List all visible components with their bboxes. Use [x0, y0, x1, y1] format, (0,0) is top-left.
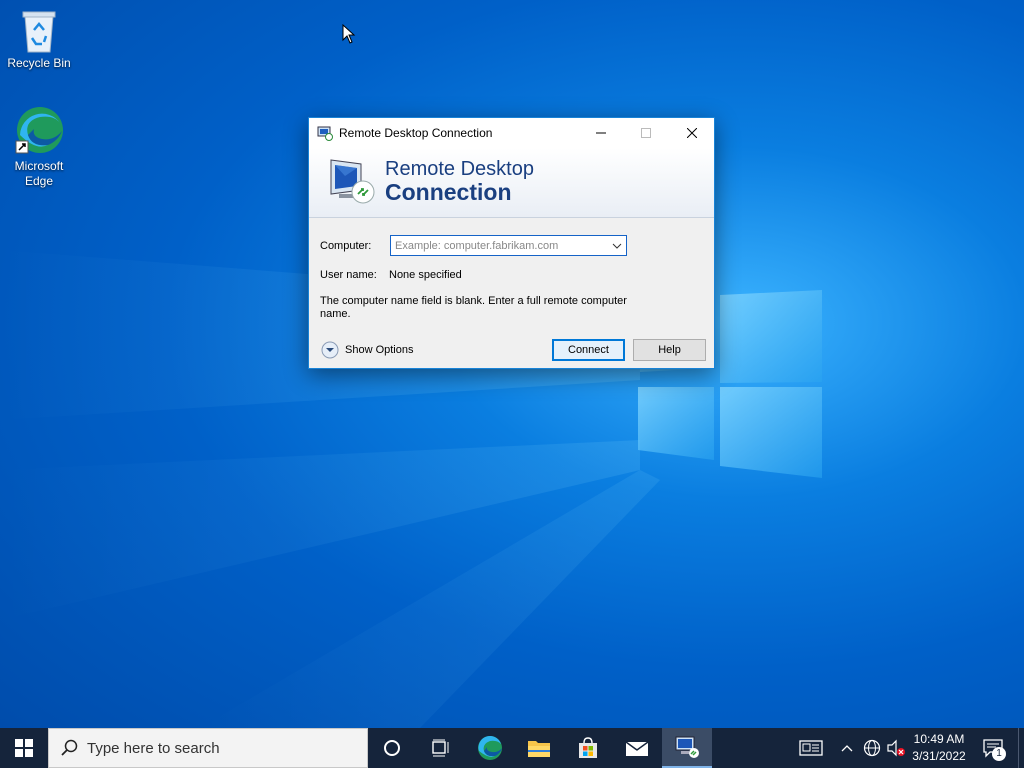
recycle-bin-label: Recycle Bin	[7, 56, 71, 70]
minimize-button[interactable]	[578, 118, 624, 148]
show-options-toggle[interactable]: Show Options	[321, 341, 413, 359]
folder-icon	[528, 741, 550, 757]
start-button[interactable]	[0, 728, 48, 768]
remote-desktop-window: Remote Desktop Connection Remote Desktop…	[308, 117, 715, 369]
remote-desktop-icon	[675, 736, 699, 758]
news-icon	[799, 740, 823, 756]
store-icon	[579, 737, 597, 758]
window-title: Remote Desktop Connection	[339, 126, 493, 140]
title-bar[interactable]: Remote Desktop Connection	[309, 118, 714, 148]
edge-icon	[15, 107, 63, 154]
chevron-down-icon[interactable]	[611, 240, 623, 252]
maximize-icon	[641, 128, 651, 138]
taskbar-mail[interactable]	[613, 728, 661, 768]
edge-label: Microsoft Edge	[14, 159, 64, 188]
taskbar-store[interactable]	[564, 728, 612, 768]
computer-combobox[interactable]	[390, 235, 627, 256]
notification-badge: 1	[992, 747, 1006, 761]
task-view-button[interactable]	[416, 728, 464, 768]
news-widget-button[interactable]	[794, 728, 828, 768]
recycle-bin-icon	[22, 11, 56, 53]
close-icon	[687, 128, 697, 138]
chevron-up-icon	[841, 745, 853, 752]
connect-button[interactable]: Connect	[552, 339, 625, 361]
globe-icon	[863, 739, 881, 757]
system-clock[interactable]: 10:49 AM 3/31/2022	[902, 731, 976, 765]
username-value: None specified	[389, 269, 462, 281]
taskbar-remote-desktop[interactable]	[662, 728, 712, 768]
maximize-button	[623, 118, 669, 148]
taskbar-search-box[interactable]: Type here to search	[48, 728, 368, 768]
expand-down-icon	[321, 341, 339, 359]
recycle-bin-desktop-icon[interactable]: Recycle Bin	[1, 8, 77, 71]
mouse-cursor-icon	[342, 24, 356, 44]
edge-icon	[478, 735, 502, 760]
computer-label: Computer:	[320, 240, 372, 252]
mail-icon	[625, 741, 649, 756]
banner-title-line1: Remote Desktop	[385, 158, 534, 180]
cortana-icon	[384, 740, 400, 756]
close-button[interactable]	[669, 118, 715, 148]
status-message: The computer name field is blank. Enter …	[320, 295, 627, 320]
help-button[interactable]: Help	[633, 339, 706, 361]
clock-date: 3/31/2022	[912, 749, 966, 763]
remote-desktop-logo-icon	[330, 159, 375, 204]
task-view-icon	[432, 739, 449, 757]
network-button[interactable]	[860, 728, 884, 768]
minimize-icon	[596, 132, 606, 134]
show-options-label: Show Options	[345, 344, 414, 356]
edge-desktop-icon[interactable]: Microsoft Edge	[1, 105, 77, 189]
action-center-button[interactable]: 1	[978, 728, 1008, 768]
computer-input[interactable]	[391, 236, 601, 256]
username-label: User name:	[320, 269, 377, 281]
search-icon	[61, 739, 78, 756]
windows-logo-icon	[15, 739, 33, 757]
header-banner: Remote Desktop Connection	[309, 148, 714, 218]
cortana-button[interactable]	[368, 728, 416, 768]
taskbar: Type here to search 10:49 AM 3/31/2022 1	[0, 728, 1024, 768]
show-hidden-icons-button[interactable]	[836, 728, 858, 768]
taskbar-file-explorer[interactable]	[515, 728, 563, 768]
banner-title-line2: Connection	[385, 179, 512, 205]
taskbar-edge[interactable]	[466, 728, 514, 768]
search-placeholder: Type here to search	[87, 739, 220, 757]
clock-time: 10:49 AM	[913, 732, 965, 746]
remote-desktop-app-icon	[317, 126, 333, 141]
show-desktop-button[interactable]	[1018, 728, 1024, 768]
